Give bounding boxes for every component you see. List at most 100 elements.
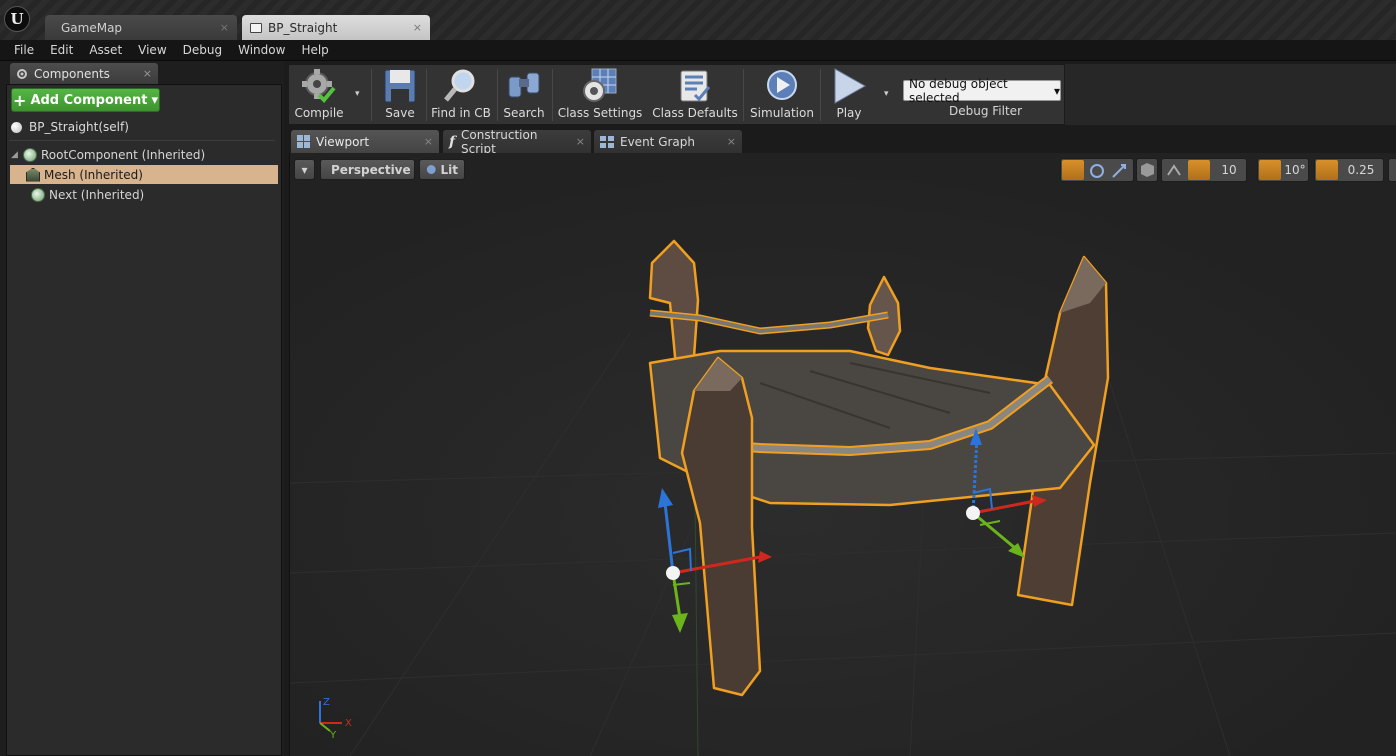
translate-mode-icon[interactable]	[1062, 160, 1084, 180]
chevron-down-icon: ▾	[151, 92, 158, 108]
menu-bar: File Edit Asset View Debug Window Help	[0, 40, 1396, 61]
grid-snap-value[interactable]: 10	[1214, 161, 1244, 179]
scale-snap-value[interactable]: 0.25	[1341, 161, 1381, 179]
binoculars-icon	[508, 72, 540, 98]
save-button[interactable]: Save	[379, 67, 421, 123]
plus-icon: +	[13, 90, 27, 110]
menu-window[interactable]: Window	[230, 43, 293, 57]
save-label: Save	[385, 106, 415, 120]
menu-edit[interactable]: Edit	[42, 43, 81, 57]
add-component-button[interactable]: + Add Component ▾	[11, 88, 160, 112]
scale-snap-icon[interactable]	[1316, 160, 1338, 180]
close-icon[interactable]: ×	[143, 67, 152, 80]
menu-help[interactable]: Help	[293, 43, 336, 57]
lit-button[interactable]: Lit	[419, 159, 465, 180]
play-button[interactable]: Play	[825, 67, 873, 123]
axis-y-label: Y	[329, 730, 337, 741]
viewport-3d[interactable]: Z X Y ▾ Perspective Lit 10 10° 0.25	[289, 153, 1396, 756]
debug-select-value: No debug object selected	[909, 76, 1008, 105]
menu-view[interactable]: View	[130, 43, 174, 57]
static-mesh-icon	[26, 167, 40, 182]
tree-item-label: Mesh (Inherited)	[44, 167, 143, 182]
transform-mode-group	[1060, 158, 1134, 182]
tree-item-root-component[interactable]: ◢ RootComponent (Inherited)	[11, 145, 205, 164]
doc-tab-gamemap[interactable]: GameMap ×	[45, 15, 237, 40]
compile-button[interactable]: Compile	[293, 67, 345, 123]
close-icon[interactable]: ×	[424, 135, 433, 148]
editor-tab-strip: Viewport × f Construction Script × Event…	[288, 126, 1396, 156]
tab-event-graph[interactable]: Event Graph ×	[594, 130, 742, 153]
toolbar-divider	[820, 69, 821, 121]
doc-tab-bp-straight[interactable]: BP_Straight ×	[242, 15, 430, 40]
perspective-label: Perspective	[331, 162, 411, 177]
gear-grid-icon	[583, 68, 617, 102]
rotation-snap-group: 10°	[1257, 158, 1309, 182]
scale-mode-icon[interactable]	[1111, 163, 1127, 179]
axis-x-label: X	[345, 718, 352, 729]
chevron-down-icon: ▾	[1053, 83, 1060, 98]
find-in-cb-button[interactable]: Find in CB	[429, 67, 493, 123]
tree-item-label: Next (Inherited)	[49, 187, 145, 202]
expand-triangle-icon[interactable]: ◢	[11, 150, 19, 160]
find-in-cb-label: Find in CB	[431, 106, 491, 120]
menu-debug[interactable]: Debug	[175, 43, 230, 57]
scene-render[interactable]: Z X Y	[290, 153, 1396, 756]
toolbar-divider	[552, 69, 553, 121]
components-icon	[17, 68, 27, 79]
perspective-button[interactable]: Perspective	[320, 159, 415, 180]
self-component-label: BP_Straight(self)	[29, 120, 129, 134]
grid-snap-icon[interactable]	[1188, 160, 1210, 180]
blueprint-toolbar: Compile ▾ Save Find in CB Search Class S…	[288, 64, 1065, 125]
search-button[interactable]: Search	[501, 67, 547, 123]
menu-asset[interactable]: Asset	[81, 43, 130, 57]
components-panel: Components × + Add Component ▾ BP_Straig…	[0, 61, 284, 756]
play-options-chevron-icon[interactable]: ▾	[884, 89, 889, 99]
simulation-icon	[767, 70, 797, 100]
class-defaults-label: Class Defaults	[652, 106, 738, 120]
close-icon[interactable]: ×	[413, 21, 422, 34]
close-icon[interactable]: ×	[576, 135, 585, 148]
tree-item-mesh[interactable]: Mesh (Inherited)	[10, 165, 278, 184]
simulation-label: Simulation	[750, 106, 814, 120]
scene-component-icon	[23, 147, 37, 162]
scene-component-icon	[31, 187, 45, 202]
menu-file[interactable]: File	[6, 43, 42, 57]
toolbar-empty-area	[1065, 64, 1396, 125]
simulation-button[interactable]: Simulation	[750, 67, 814, 123]
cube-icon	[1141, 163, 1154, 177]
close-icon[interactable]: ×	[727, 135, 736, 148]
tab-label: Viewport	[316, 134, 370, 149]
viewport-grid-icon	[297, 135, 310, 148]
unreal-logo-icon[interactable]: U	[4, 6, 30, 32]
rotation-snap-icon[interactable]	[1259, 160, 1281, 180]
scale-snap-group: 0.25	[1314, 158, 1384, 182]
class-defaults-button[interactable]: Class Defaults	[652, 67, 738, 123]
rotate-mode-icon[interactable]	[1089, 163, 1105, 179]
tab-components[interactable]: Components ×	[10, 63, 158, 84]
class-settings-button[interactable]: Class Settings	[558, 67, 642, 123]
toolbar-divider	[743, 69, 744, 121]
close-icon[interactable]: ×	[220, 21, 229, 34]
event-graph-icon	[600, 135, 614, 148]
tab-construction-script[interactable]: f Construction Script ×	[443, 128, 591, 156]
debug-object-select[interactable]: No debug object selected ▾	[903, 77, 1061, 105]
viewport-options-button[interactable]: ▾	[294, 159, 315, 180]
surface-snap-icon[interactable]	[1166, 163, 1182, 179]
self-component-row[interactable]: BP_Straight(self)	[11, 118, 129, 136]
chevron-down-icon: ▾	[301, 162, 308, 177]
play-label: Play	[836, 106, 862, 120]
components-tree-area: + Add Component ▾ BP_Straight(self) ◢ Ro…	[6, 84, 282, 756]
grid-snap-group: 10	[1161, 158, 1247, 182]
tree-item-next[interactable]: Next (Inherited)	[10, 185, 144, 204]
camera-speed-button[interactable]	[1388, 158, 1396, 182]
blueprint-doc-icon	[250, 22, 262, 33]
rotation-snap-value[interactable]: 10°	[1282, 161, 1308, 179]
axis-z-label: Z	[323, 697, 330, 708]
compile-options-chevron-icon[interactable]: ▾	[355, 89, 360, 99]
world-local-toggle[interactable]	[1136, 158, 1158, 182]
tab-label: Components	[34, 66, 110, 81]
tab-label: Event Graph	[620, 134, 695, 149]
lit-sphere-icon	[426, 165, 436, 174]
function-icon: f	[449, 133, 456, 150]
tab-viewport[interactable]: Viewport ×	[291, 130, 439, 153]
